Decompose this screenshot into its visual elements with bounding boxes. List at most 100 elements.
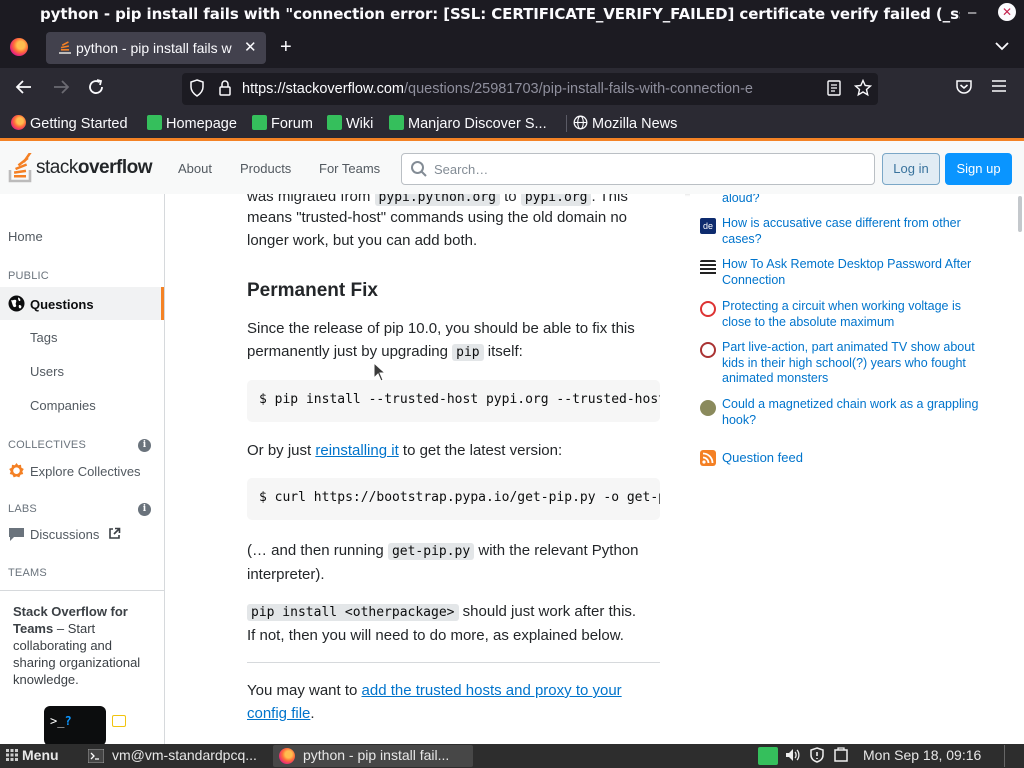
firefox-view-icon[interactable] (10, 38, 28, 56)
collectives-icon (9, 463, 24, 478)
stackoverflow-logo[interactable]: stackoverflow (8, 151, 152, 183)
teams-promo: Stack Overflow for Teams – Start collabo… (0, 590, 164, 744)
text: Or by just (247, 442, 316, 459)
bookmark-star-icon[interactable] (853, 78, 873, 101)
menu-button[interactable]: Menu (6, 747, 59, 763)
lock-icon[interactable] (218, 79, 232, 101)
external-link-icon (109, 527, 121, 539)
pocket-icon[interactable] (955, 78, 973, 101)
movies-tv-se-icon (700, 342, 716, 358)
tab-strip: python - pip install fails w ✕ + (0, 28, 1024, 68)
reload-icon[interactable] (87, 78, 105, 101)
hot-question-link[interactable]: How To Ask Remote Desktop Password After… (722, 257, 992, 288)
stackoverflow-favicon-icon (59, 41, 71, 54)
bookmark-mozilla-news[interactable]: Mozilla News (566, 115, 677, 132)
window-title: python - pip install fails with "connect… (40, 5, 960, 23)
hot-question-link[interactable]: Could a magnetized chain work as a grapp… (722, 397, 992, 428)
security-shield-icon[interactable] (809, 747, 825, 766)
text: Since the release of pip 10.0, you shoul… (247, 320, 635, 360)
bookmarks-toolbar: Getting Started Homepage Forum Wiki Manj… (0, 110, 1024, 138)
code-block-pip-install[interactable]: $ pip install --trusted-host pypi.org --… (247, 380, 660, 422)
close-window-button[interactable]: ✕ (998, 3, 1016, 21)
nav-explore-collectives[interactable]: Explore Collectives (8, 462, 141, 479)
manjaro-update-icon[interactable] (758, 747, 778, 765)
taskbar-terminal-window[interactable]: vm@vm-standardpcq... (84, 745, 269, 767)
teams-terminal-illustration: >_? (44, 706, 106, 744)
taskbar-firefox-window[interactable]: python - pip install fail... (273, 745, 473, 767)
reader-view-icon[interactable] (826, 79, 842, 101)
divider (247, 662, 660, 663)
browser-tab[interactable]: python - pip install fails w ✕ (46, 32, 266, 64)
search-input[interactable]: Search… (401, 153, 875, 185)
bookmark-forum[interactable]: Forum (252, 115, 313, 132)
hot-question-link[interactable]: How is accusative case different from ot… (722, 216, 992, 247)
hot-question-link[interactable]: aloud? (722, 194, 992, 207)
hot-question-link[interactable]: Part live-action, part animated TV show … (722, 340, 992, 387)
left-sidebar: Home PUBLIC Questions Tags Users Compani… (0, 194, 165, 744)
question-feed-link[interactable]: Question feed (722, 450, 992, 466)
shield-icon[interactable] (189, 79, 205, 101)
list-all-tabs-icon[interactable] (995, 38, 1009, 54)
tab-title: python - pip install fails w (76, 40, 232, 56)
terminal-window-label: vm@vm-standardpcq... (112, 747, 257, 763)
section-public: PUBLIC (8, 270, 49, 282)
login-button[interactable]: Log in (882, 153, 940, 185)
teams-promo-text: Stack Overflow for Teams – Start collabo… (13, 603, 153, 688)
so-topbar: stackoverflow About Products For Teams S… (0, 138, 1024, 194)
nav-home[interactable]: Home (8, 229, 43, 244)
nav-discussions[interactable]: Discussions (8, 526, 121, 542)
url-host: https://stackoverflow.com (242, 81, 404, 97)
search-placeholder: Search… (434, 162, 489, 177)
nav-users[interactable]: Users (30, 364, 64, 379)
text: itself: (483, 343, 523, 360)
nav-products[interactable]: Products (240, 161, 291, 176)
bookmark-wiki[interactable]: Wiki (327, 115, 373, 132)
window-titlebar: python - pip install fails with "connect… (0, 0, 1024, 28)
section-collectives: COLLECTIVES (8, 439, 87, 451)
forward-icon[interactable] (52, 78, 70, 101)
taskbar: Menu vm@vm-standardpcq... python - pip i… (0, 744, 1024, 768)
minimize-button[interactable]: – (968, 4, 976, 21)
stackoverflow-logo-icon (8, 151, 32, 183)
hot-question-link[interactable]: Protecting a circuit when working voltag… (722, 299, 992, 330)
new-tab-button[interactable]: + (280, 36, 292, 59)
collectives-info-icon[interactable]: i (138, 439, 151, 452)
mouse-cursor-icon (373, 362, 387, 382)
clipboard-icon[interactable] (833, 747, 849, 766)
reinstalling-it-link[interactable]: reinstalling it (315, 442, 398, 459)
nav-for-teams[interactable]: For Teams (319, 161, 380, 176)
text: to get the latest version: (398, 442, 563, 459)
labs-info-icon[interactable]: i (138, 503, 151, 516)
code-block-curl[interactable]: $ curl https://bootstrap.pypa.io/get-pip… (247, 478, 660, 520)
url-bar[interactable]: https://stackoverflow.com/questions/2598… (182, 73, 878, 105)
clock[interactable]: Mon Sep 18, 09:16 (863, 747, 981, 763)
bookmark-getting-started[interactable]: Getting Started (11, 115, 128, 132)
code-text: $ pip install --trusted-host pypi.org --… (259, 392, 660, 407)
back-icon[interactable] (15, 78, 33, 101)
url-path: /questions/25981703/pip-install-fails-wi… (403, 81, 753, 97)
nav-questions[interactable]: Questions (8, 295, 94, 312)
paragraph-config-file: You may want to add the trusted hosts an… (247, 679, 647, 725)
nav-tags[interactable]: Tags (30, 330, 57, 345)
signup-button[interactable]: Sign up (945, 153, 1012, 185)
firefox-icon (11, 115, 26, 130)
discussions-icon (9, 528, 24, 541)
volume-icon[interactable] (784, 747, 800, 766)
close-tab-icon[interactable]: ✕ (244, 38, 257, 56)
url-text[interactable]: https://stackoverflow.com/questions/2598… (242, 81, 812, 97)
manjaro-icon (147, 115, 162, 130)
bookmark-manjaro-discover[interactable]: Manjaro Discover S... (389, 115, 547, 132)
manjaro-icon (389, 115, 404, 130)
nav-companies[interactable]: Companies (30, 398, 96, 413)
nav-questions-label: Questions (30, 297, 94, 312)
firefox-window-label: python - pip install fail... (303, 747, 450, 763)
app-menu-icon[interactable] (991, 78, 1007, 99)
page-scrollbar-thumb[interactable] (1018, 196, 1022, 232)
nav-about[interactable]: About (178, 161, 212, 176)
show-desktop-button[interactable] (1004, 745, 1024, 767)
bookmark-label: Getting Started (30, 116, 128, 132)
bookmark-homepage[interactable]: Homepage (147, 115, 237, 132)
text: to (499, 194, 521, 205)
section-labs: LABS (8, 503, 37, 515)
text: You may want to (247, 682, 362, 699)
